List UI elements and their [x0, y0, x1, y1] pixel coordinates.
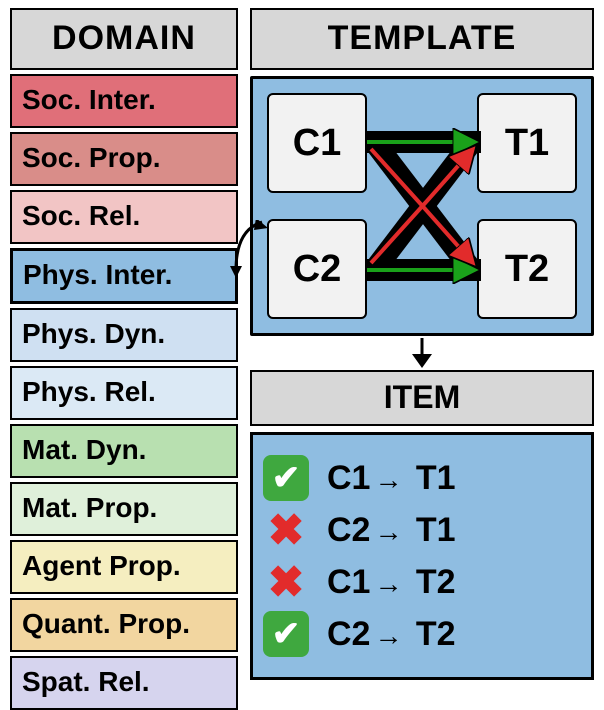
template-panel: C1 C2 T1 T2 — [250, 76, 594, 336]
template-header: TEMPLATE — [250, 8, 594, 70]
arrow-template-to-item — [408, 338, 436, 368]
mapping-row-3: ✔ C2→ T2 — [263, 611, 581, 657]
mapping-row-1: ✖ C2→ T1 — [263, 507, 581, 553]
edge-c1-t2 — [371, 149, 473, 263]
edges — [365, 93, 481, 319]
item-header: ITEM — [250, 370, 594, 426]
domain-list: Soc. Inter.Soc. Prop.Soc. Rel.Phys. Inte… — [10, 74, 238, 710]
domain-item-1[interactable]: Soc. Prop. — [10, 132, 238, 186]
mapping-text: C1→ T1 — [327, 459, 456, 498]
node-t2: T2 — [477, 219, 577, 319]
mapping-row-0: ✔ C1→ T1 — [263, 455, 581, 501]
domain-item-5[interactable]: Phys. Rel. — [10, 366, 238, 420]
mapping-text: C1→ T2 — [327, 563, 456, 602]
mapping-row-2: ✖ C1→ T2 — [263, 559, 581, 605]
domain-column: DOMAIN Soc. Inter.Soc. Prop.Soc. Rel.Phy… — [10, 8, 238, 710]
domain-item-8[interactable]: Agent Prop. — [10, 540, 238, 594]
domain-item-10[interactable]: Spat. Rel. — [10, 656, 238, 710]
domain-item-6[interactable]: Mat. Dyn. — [10, 424, 238, 478]
check-icon: ✔ — [263, 455, 309, 501]
node-t1: T1 — [477, 93, 577, 193]
item-panel: ✔ C1→ T1 ✖ C2→ T1 ✖ C1→ T2 ✔ C2→ T2 — [250, 432, 594, 680]
cross-icon: ✖ — [263, 507, 309, 553]
template-column: TEMPLATE C1 C2 T1 T2 — [250, 8, 594, 680]
node-c1: C1 — [267, 93, 367, 193]
node-c2: C2 — [267, 219, 367, 319]
mapping-text: C2→ T1 — [327, 511, 456, 550]
domain-item-9[interactable]: Quant. Prop. — [10, 598, 238, 652]
domain-item-7[interactable]: Mat. Prop. — [10, 482, 238, 536]
domain-item-4[interactable]: Phys. Dyn. — [10, 308, 238, 362]
edge-c2-t1 — [371, 149, 473, 263]
domain-item-3[interactable]: Phys. Inter. — [10, 248, 238, 304]
domain-header: DOMAIN — [10, 8, 238, 70]
mapping-text: C2→ T2 — [327, 615, 456, 654]
domain-item-2[interactable]: Soc. Rel. — [10, 190, 238, 244]
template-graph: C1 C2 T1 T2 — [261, 87, 583, 325]
domain-item-0[interactable]: Soc. Inter. — [10, 74, 238, 128]
check-icon: ✔ — [263, 611, 309, 657]
cross-icon: ✖ — [263, 559, 309, 605]
